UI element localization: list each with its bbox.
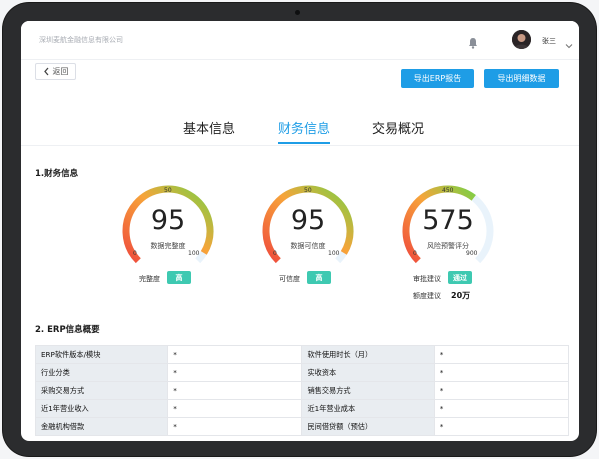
table-row: 行业分类 * 实收资本 * [34, 363, 570, 382]
tab-trade-overview[interactable]: 交易概况 [372, 118, 424, 137]
gauge-completeness: 95 数据完整度 50 0 100 [113, 183, 223, 273]
table-value: * [433, 381, 570, 400]
back-label: 返回 [52, 67, 69, 76]
table-row: 采购交易方式 * 销售交易方式 * [34, 381, 570, 400]
table-key: 金融机构借款 [34, 417, 169, 436]
quota-value: 20万 [451, 291, 471, 300]
gauge-tick-max: 900 [466, 250, 478, 257]
table-value: * [167, 345, 303, 364]
screen: 深圳麦航金融信息有限公司 张三 返回 导出ERP报告 导出明细数据 基本信息 财… [21, 21, 579, 441]
table-value: * [167, 417, 303, 436]
gauge-tick-min: 0 [273, 250, 277, 257]
tab-bar: 基本信息 财务信息 交易概况 [21, 113, 579, 146]
quota-label: 额度建议 [413, 292, 441, 300]
gauge-tick-max: 100 [328, 250, 340, 257]
table-key: 近1年营业收入 [34, 399, 169, 418]
table-value: * [433, 417, 570, 436]
gauge-tick-min: 0 [413, 250, 417, 257]
table-key: 实收资本 [301, 363, 435, 382]
approval-label: 审批建议 [413, 275, 441, 283]
gauge-tick-mid: 50 [164, 187, 172, 194]
table-key: 行业分类 [34, 363, 169, 382]
gauge-caption: 数据完整度 [150, 242, 186, 250]
erp-table: ERP软件版本/模块 * 软件使用时长（月） * 行业分类 * 实收资本 * 采… [34, 345, 570, 436]
user-name[interactable]: 张三 [542, 36, 556, 46]
gauge-value: 575 [422, 205, 474, 236]
gauge-credibility: 95 数据可信度 50 0 100 [253, 183, 363, 273]
table-row: 金融机构借款 * 民间借贷额（预估） * [34, 417, 570, 436]
back-button[interactable]: 返回 [35, 63, 76, 80]
gauge-risk-score: 575 风险预警评分 450 0 900 [393, 183, 503, 273]
chevron-down-icon[interactable] [565, 35, 573, 54]
tab-basic-info[interactable]: 基本信息 [183, 118, 235, 137]
table-value: * [167, 399, 303, 418]
table-row: ERP软件版本/模块 * 软件使用时长（月） * [34, 345, 570, 364]
table-key: 民间借贷额（预估） [301, 417, 435, 436]
gauge-caption: 风险预警评分 [427, 242, 469, 250]
company-name: 深圳麦航金融信息有限公司 [39, 36, 123, 44]
tablet-frame: 深圳麦航金融信息有限公司 张三 返回 导出ERP报告 导出明细数据 基本信息 财… [3, 3, 596, 456]
erp-section-title: 2. ERP信息概要 [35, 325, 100, 335]
table-key: 软件使用时长（月） [301, 345, 435, 364]
gauge-tick-min: 0 [133, 250, 137, 257]
completeness-label: 完整度 [139, 275, 160, 283]
gauge-value: 95 [290, 205, 326, 236]
chevron-left-icon [43, 67, 48, 76]
table-value: * [433, 399, 570, 418]
finance-section-title: 1.财务信息 [35, 169, 79, 179]
table-key: 采购交易方式 [34, 381, 169, 400]
active-tab-indicator [278, 142, 330, 144]
bell-icon[interactable] [468, 34, 478, 53]
export-erp-button[interactable]: 导出ERP报告 [401, 69, 474, 88]
credibility-label: 可信度 [279, 275, 300, 283]
status-badge: 高 [307, 271, 331, 284]
table-value: * [167, 363, 303, 382]
table-key: 近1年营业成本 [301, 399, 435, 418]
table-row: 近1年营业收入 * 近1年营业成本 * [34, 399, 570, 418]
tab-finance-info[interactable]: 财务信息 [278, 118, 330, 137]
gauge-tick-mid: 50 [304, 187, 312, 194]
table-key: ERP软件版本/模块 [34, 345, 169, 364]
table-key: 销售交易方式 [301, 381, 435, 400]
avatar[interactable] [512, 30, 531, 49]
status-badge: 通过 [448, 271, 472, 284]
table-value: * [433, 345, 570, 364]
status-badge: 高 [167, 271, 191, 284]
gauge-value: 95 [150, 205, 186, 236]
top-header: 深圳麦航金融信息有限公司 张三 [21, 21, 579, 60]
gauge-tick-mid: 450 [442, 187, 454, 194]
table-value: * [433, 363, 570, 382]
camera-dot [295, 10, 300, 15]
export-detail-button[interactable]: 导出明细数据 [484, 69, 559, 88]
gauge-caption: 数据可信度 [290, 242, 326, 250]
gauge-tick-max: 100 [188, 250, 200, 257]
table-value: * [167, 381, 303, 400]
